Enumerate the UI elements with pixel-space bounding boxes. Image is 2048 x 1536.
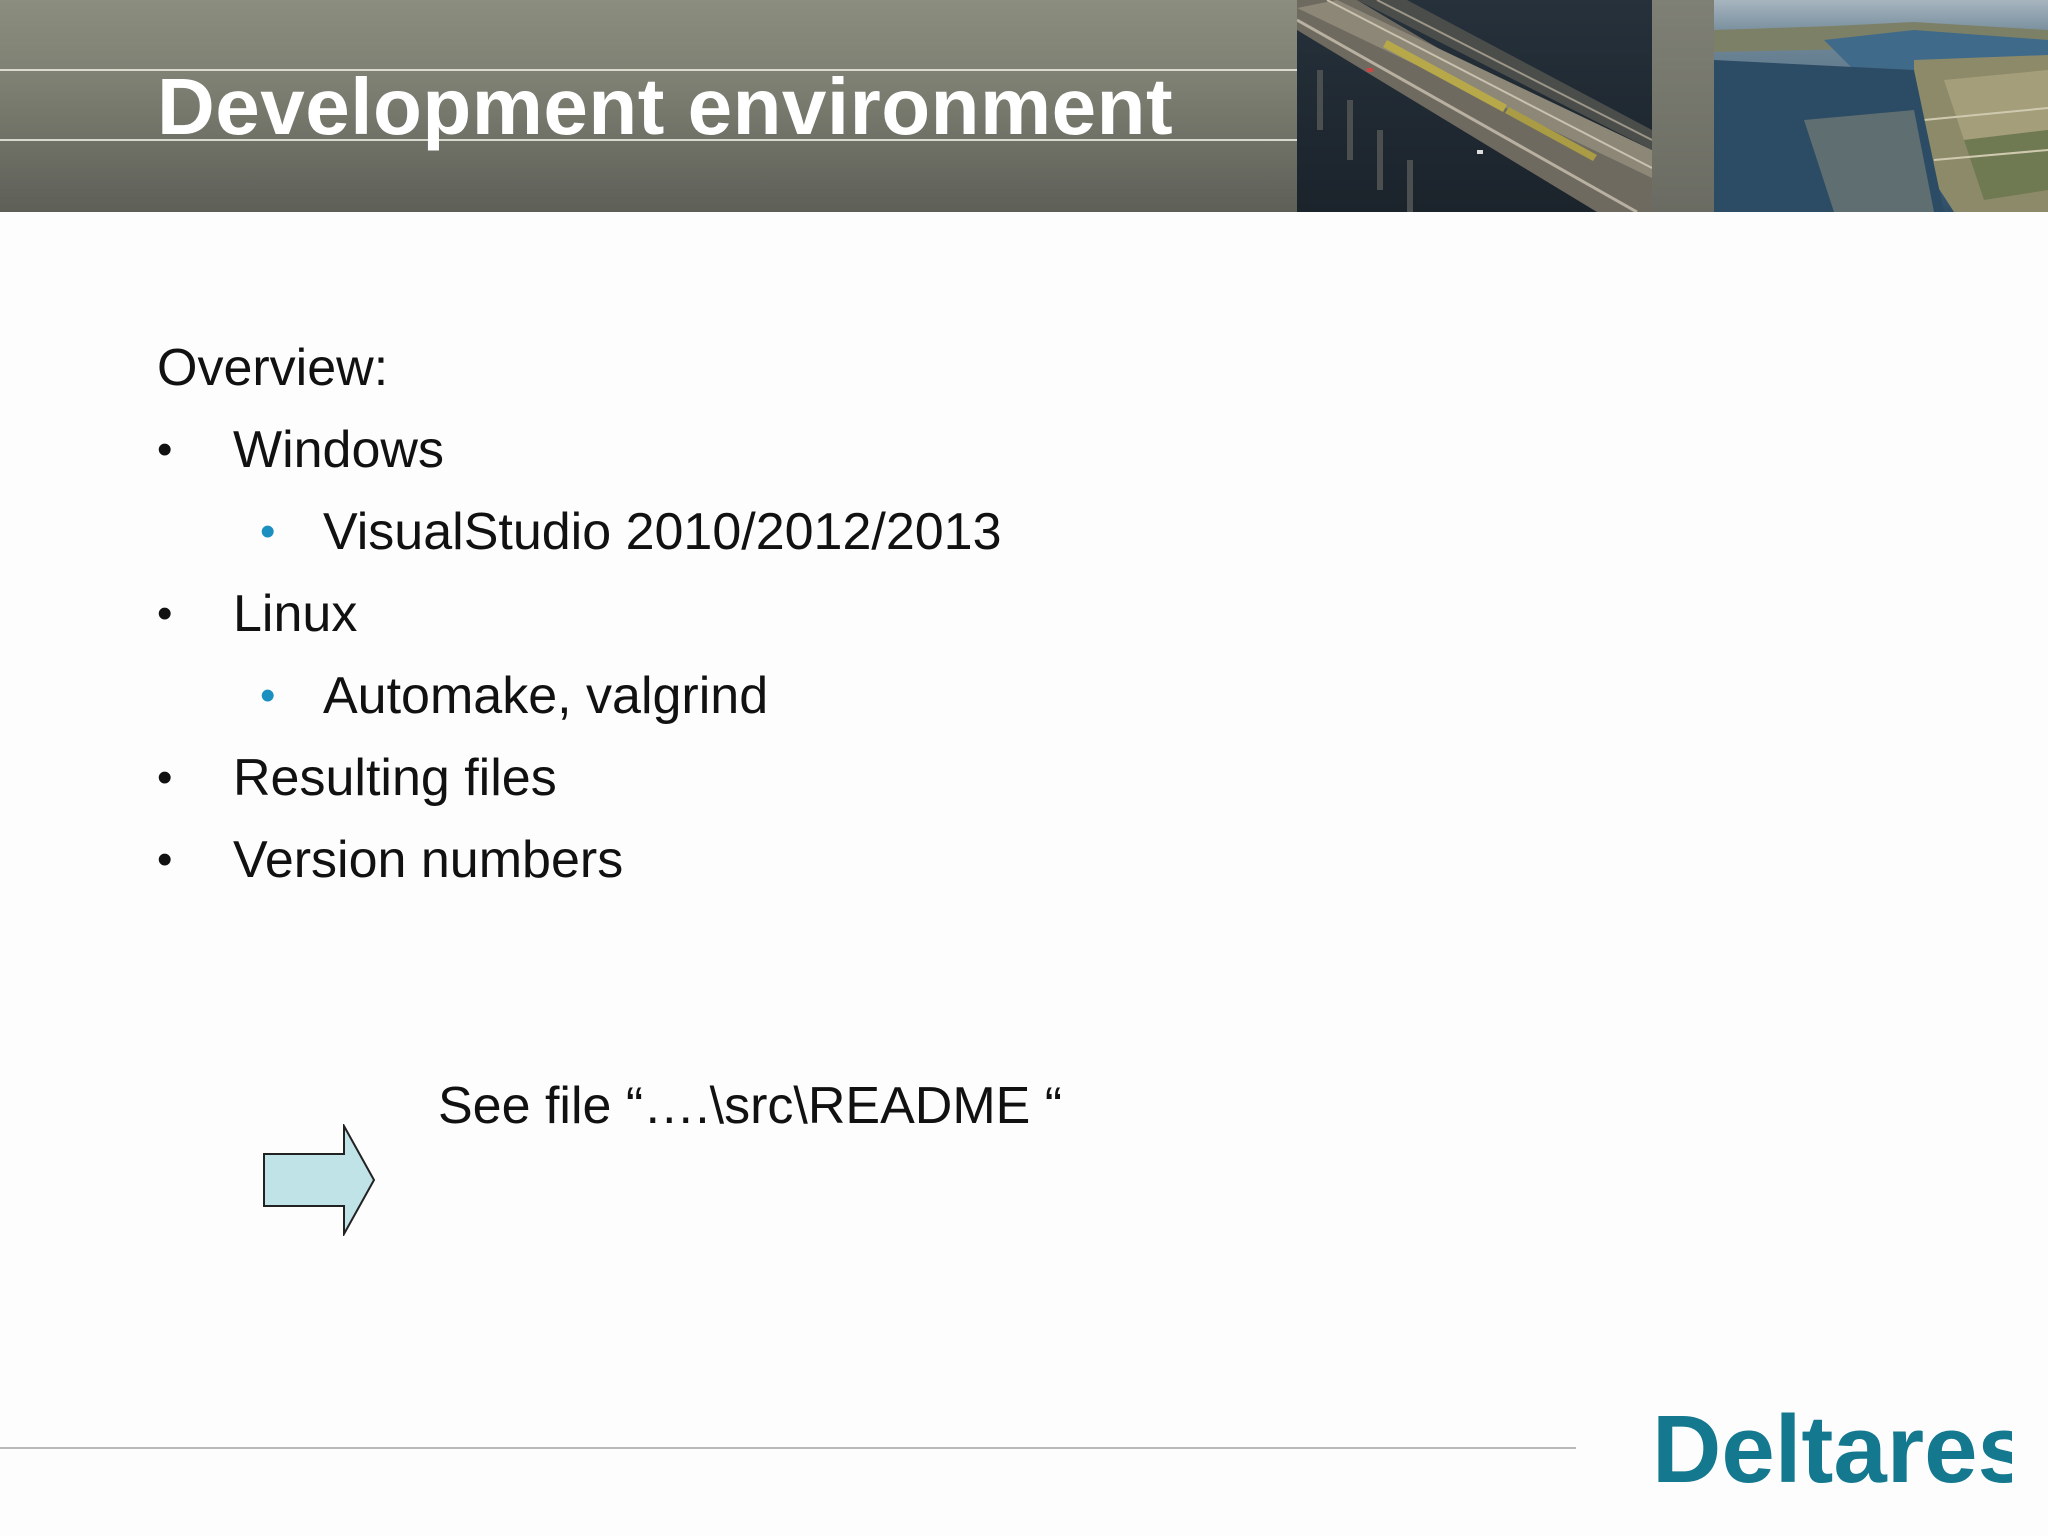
bullet-windows: Windows [233, 421, 444, 479]
sub-bullet-marker: • [260, 507, 276, 556]
slide-body: Overview: • Windows • VisualStudio 2010/… [0, 0, 2048, 1536]
footer-rule [0, 1447, 1576, 1449]
slide: Development environment Overview: • Wind… [0, 0, 2048, 1536]
bullet-marker: • [157, 589, 173, 638]
sub-bullet-automake: Automake, valgrind [323, 667, 769, 725]
right-arrow-icon [263, 1124, 376, 1236]
deltares-logo: Deltares [1652, 1396, 2012, 1495]
logo-text: Deltares [1652, 1396, 2012, 1495]
see-file-note: See file “….\src\README “ [438, 1077, 1063, 1135]
bullet-linux: Linux [233, 585, 358, 643]
bullet-marker: • [157, 425, 173, 474]
bullet-resulting-files: Resulting files [233, 749, 557, 807]
bullet-marker: • [157, 753, 173, 802]
bullet-version-numbers: Version numbers [233, 831, 624, 889]
overview-label: Overview: [157, 339, 389, 397]
bullet-marker: • [157, 835, 173, 884]
sub-bullet-marker: • [260, 671, 276, 720]
sub-bullet-visualstudio: VisualStudio 2010/2012/2013 [323, 503, 1002, 561]
